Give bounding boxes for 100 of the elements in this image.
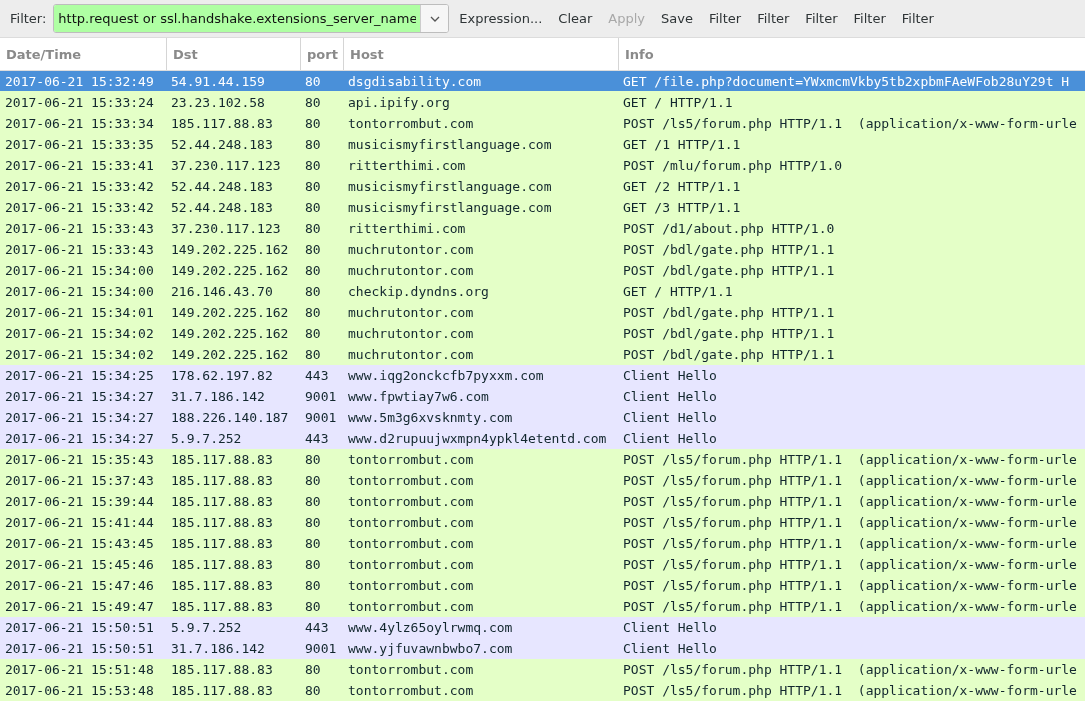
toolbar-button[interactable]: Expression...	[453, 7, 549, 30]
table-cell-text: 80	[304, 220, 322, 236]
table-row[interactable]: 2017-06-21 15:39:44 185.117.88.83 80 tontorrombut.com POST /ls5/forum.php HTTP/1.1 (application/x-www-form-urle	[0, 491, 1085, 512]
table-cell-text: muchrutontor.com	[347, 325, 475, 341]
filter-combo-field[interactable]: http.request or ssl.handshake.extensions_server_name	[53, 4, 450, 33]
table-row[interactable]: 2017-06-21 15:34:00 149.202.225.162 80 muchrutontor.com POST /bdl/gate.php HTTP/1.1	[0, 260, 1085, 281]
table-cell-text: POST /bdl/gate.php HTTP/1.1	[622, 304, 836, 320]
table-cell-text: 80	[304, 178, 322, 194]
table-row[interactable]: 2017-06-21 15:34:27 31.7.186.142 9001 www.fpwtiay7w6.com Client Hello	[0, 386, 1085, 407]
table-row[interactable]: 2017-06-21 15:35:43 185.117.88.83 80 tontorrombut.com POST /ls5/forum.php HTTP/1.1 (application/x-www-form-urle	[0, 449, 1085, 470]
table-cell-text: 2017-06-21 15:33:41	[4, 157, 155, 173]
table-cell-text: 31.7.186.142	[170, 388, 266, 404]
table-cell-text: www.fpwtiay7w6.com	[347, 388, 490, 404]
table-cell-text: 9001	[304, 388, 338, 404]
table-cell-text: 2017-06-21 15:33:43	[4, 220, 155, 236]
table-row[interactable]: 2017-06-21 15:34:01 149.202.225.162 80 muchrutontor.com POST /bdl/gate.php HTTP/1.1	[0, 302, 1085, 323]
table-cell-text: POST /bdl/gate.php HTTP/1.1	[622, 262, 836, 278]
table-cell-text: 52.44.248.183	[170, 136, 274, 152]
table-cell-text: 52.44.248.183	[170, 199, 274, 215]
table-cell-text: POST /ls5/forum.php HTTP/1.1 (application/x-www-form-urle	[622, 535, 1078, 551]
table-row[interactable]: 2017-06-21 15:53:48 185.117.88.83 80 tontorrombut.com POST /ls5/forum.php HTTP/1.1 (application/x-www-form-urle	[0, 680, 1085, 701]
table-cell-text: 9001	[304, 409, 338, 425]
table-cell-text: Client Hello	[622, 409, 718, 425]
table-row[interactable]: 2017-06-21 15:33:42 52.44.248.183 80 musicismyfirstlanguage.com GET /3 HTTP/1.1	[0, 197, 1085, 218]
table-cell-text: 80	[304, 262, 322, 278]
dropdown-button[interactable]	[420, 5, 449, 32]
table-cell-text: ritterthimi.com	[347, 220, 467, 236]
table-cell-text: 443	[304, 367, 330, 383]
table-row[interactable]: 2017-06-21 15:34:25 178.62.197.82 443 www.iqg2onckcfb7pyxxm.com Client Hello	[0, 365, 1085, 386]
table-row[interactable]: 2017-06-21 15:50:51 31.7.186.142 9001 www.yjfuvawnbwbo7.com Client Hello	[0, 638, 1085, 659]
table-cell-text: 80	[304, 535, 322, 551]
table-cell-text: 80	[304, 157, 322, 173]
table-cell-text: 80	[304, 598, 322, 614]
table-cell-text: 185.117.88.83	[170, 577, 274, 593]
toolbar-button[interactable]: Filter	[702, 7, 748, 30]
table-cell-text: muchrutontor.com	[347, 346, 475, 362]
table-row[interactable]: 2017-06-21 15:50:51 5.9.7.252 443 www.4ylz65oylrwmq.com Client Hello	[0, 617, 1085, 638]
table-cell-text: 5.9.7.252	[170, 619, 243, 635]
table-cell-text: GET /3 HTTP/1.1	[622, 199, 742, 215]
table-cell-text: 2017-06-21 15:33:35	[4, 136, 155, 152]
table-cell-text: 37.230.117.123	[170, 157, 282, 173]
table-row[interactable]: 2017-06-21 15:33:42 52.44.248.183 80 musicismyfirstlanguage.com GET /2 HTTP/1.1	[0, 176, 1085, 197]
table-cell-text: 5.9.7.252	[170, 430, 243, 446]
table-cell-text: POST /ls5/forum.php HTTP/1.1 (application/x-www-form-urle	[622, 598, 1078, 614]
table-cell-text: 185.117.88.83	[170, 472, 274, 488]
table-cell-text: 80	[304, 94, 322, 110]
table-cell-text: POST /ls5/forum.php HTTP/1.1 (application/x-www-form-urle	[622, 514, 1078, 530]
table-row[interactable]: 2017-06-21 15:34:02 149.202.225.162 80 muchrutontor.com POST /bdl/gate.php HTTP/1.1	[0, 344, 1085, 365]
table-row[interactable]: 2017-06-21 15:49:47 185.117.88.83 80 tontorrombut.com POST /ls5/forum.php HTTP/1.1 (application/x-www-form-urle	[0, 596, 1085, 617]
table-cell-text: 2017-06-21 15:33:24	[4, 94, 155, 110]
table-row[interactable]: 2017-06-21 15:33:41 37.230.117.123 80 ritterthimi.com POST /mlu/forum.php HTTP/1.0	[0, 155, 1085, 176]
table-cell-text: POST /ls5/forum.php HTTP/1.1 (application/x-www-form-urle	[622, 115, 1078, 131]
table-row[interactable]: 2017-06-21 15:34:27 5.9.7.252 443 www.d2rupuujwxmpn4ypkl4etentd.com Client Hello	[0, 428, 1085, 449]
table-cell-text: www.d2rupuujwxmpn4ypkl4etentd.com	[347, 430, 608, 446]
table-cell-text: 2017-06-21 15:50:51	[4, 619, 155, 635]
table-cell-text: 185.117.88.83	[170, 556, 274, 572]
table-cell-text: ritterthimi.com	[347, 157, 467, 173]
table-cell-text: 149.202.225.162	[170, 304, 290, 320]
table-row[interactable]: 2017-06-21 15:51:48 185.117.88.83 80 tontorrombut.com POST /ls5/forum.php HTTP/1.1 (application/x-www-form-urle	[0, 659, 1085, 680]
toolbar-button[interactable]: Clear	[552, 7, 599, 30]
table-cell-text: 443	[304, 430, 330, 446]
table-cell-text: 2017-06-21 15:33:34	[4, 115, 155, 131]
table-row[interactable]: 2017-06-21 15:37:43 185.117.88.83 80 tontorrombut.com POST /ls5/forum.php HTTP/1.1 (application/x-www-form-urle	[0, 470, 1085, 491]
table-cell-text: POST /ls5/forum.php HTTP/1.1 (application/x-www-form-urle	[622, 682, 1078, 698]
table-cell-text: 2017-06-21 15:34:00	[4, 283, 155, 299]
chevron-down-icon	[429, 15, 440, 22]
table-cell-text: api.ipify.org	[347, 94, 451, 110]
table-cell-text: 185.117.88.83	[170, 451, 274, 467]
table-cell-text: 80	[304, 493, 322, 509]
table-row[interactable]: 2017-06-21 15:43:45 185.117.88.83 80 tontorrombut.com POST /ls5/forum.php HTTP/1.1 (application/x-www-form-urle	[0, 533, 1085, 554]
table-row[interactable]: 2017-06-21 15:34:02 149.202.225.162 80 muchrutontor.com POST /bdl/gate.php HTTP/1.1	[0, 323, 1085, 344]
table-row[interactable]: 2017-06-21 15:33:34 185.117.88.83 80 tontorrombut.com POST /ls5/forum.php HTTP/1.1 (application/x-www-form-urle	[0, 113, 1085, 134]
table-cell-text: 149.202.225.162	[170, 241, 290, 257]
table-row[interactable]: 2017-06-21 15:33:43 37.230.117.123 80 ritterthimi.com POST /d1/about.php HTTP/1.0	[0, 218, 1085, 239]
table-row[interactable]: 2017-06-21 15:33:43 149.202.225.162 80 muchrutontor.com POST /bdl/gate.php HTTP/1.1	[0, 239, 1085, 260]
toolbar-button[interactable]: Save	[655, 7, 699, 30]
table-row[interactable]: 2017-06-21 15:47:46 185.117.88.83 80 tontorrombut.com POST /ls5/forum.php HTTP/1.1 (application/x-www-form-urle	[0, 575, 1085, 596]
toolbar-button[interactable]: Filter	[847, 7, 892, 30]
table-row[interactable]: 2017-06-21 15:45:46 185.117.88.83 80 tontorrombut.com POST /ls5/forum.php HTTP/1.1 (application/x-www-form-urle	[0, 554, 1085, 575]
table-cell-text: POST /bdl/gate.php HTTP/1.1	[622, 241, 836, 257]
table-cell-text: www.iqg2onckcfb7pyxxm.com	[347, 367, 545, 383]
table-cell-text: 2017-06-21 15:41:44	[4, 514, 155, 530]
table-cell-text: 80	[304, 577, 322, 593]
toolbar-button[interactable]: Filter	[799, 7, 844, 30]
table-cell-text: Client Hello	[622, 388, 718, 404]
table-cell-text: 216.146.43.70	[170, 283, 274, 299]
table-cell-text: 80	[304, 199, 322, 215]
table-row[interactable]: 2017-06-21 15:33:24 23.23.102.58 80 api.ipify.org GET / HTTP/1.1	[0, 92, 1085, 113]
table-cell-text: 80	[304, 346, 322, 362]
table-row[interactable]: 2017-06-21 15:34:27 188.226.140.187 9001 www.5m3g6xvsknmty.com Client Hello	[0, 407, 1085, 428]
table-cell-text: 443	[304, 619, 330, 635]
toolbar-button[interactable]: Filter	[751, 7, 796, 30]
table-row[interactable]: 2017-06-21 15:33:35 52.44.248.183 80 musicismyfirstlanguage.com GET /1 HTTP/1.1	[0, 134, 1085, 155]
table-row[interactable]: 2017-06-21 15:41:44 185.117.88.83 80 tontorrombut.com POST /ls5/forum.php HTTP/1.1 (application/x-www-form-urle	[0, 512, 1085, 533]
table-cell-text: musicismyfirstlanguage.com	[347, 136, 553, 152]
table-cell-text: POST /ls5/forum.php HTTP/1.1 (application/x-www-form-urle	[622, 451, 1078, 467]
table-cell-text: 2017-06-21 15:45:46	[4, 556, 155, 572]
table-cell-text: 2017-06-21 15:34:02	[4, 325, 155, 341]
table-row[interactable]: 2017-06-21 15:34:00 216.146.43.70 80 checkip.dyndns.org GET / HTTP/1.1	[0, 281, 1085, 302]
toolbar-button[interactable]: Filter	[895, 7, 940, 30]
